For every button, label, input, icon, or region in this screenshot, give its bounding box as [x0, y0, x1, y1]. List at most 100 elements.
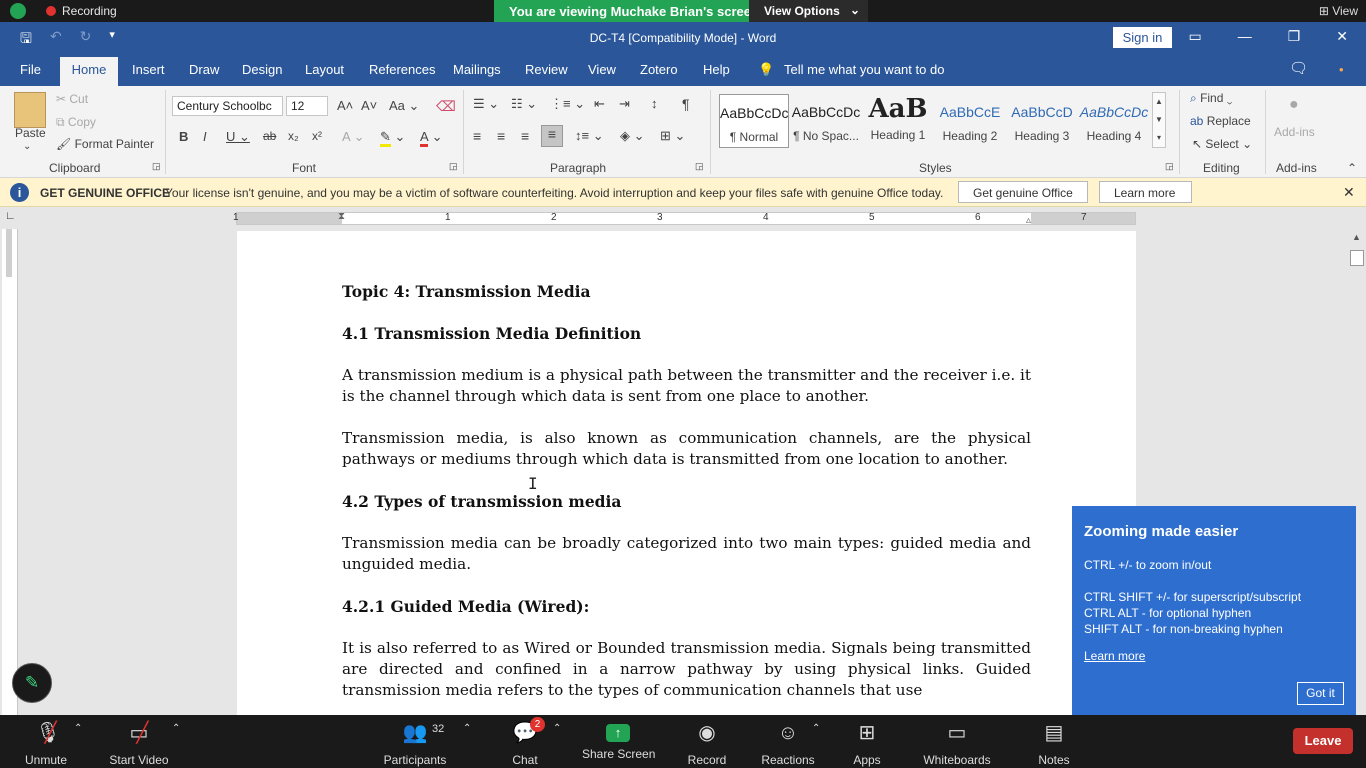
shading-icon[interactable]: ◈ ⌄ [620, 128, 645, 144]
decrease-indent-icon[interactable]: ⇤ [594, 96, 605, 112]
tab-file[interactable]: File [20, 62, 41, 77]
right-indent-marker-icon[interactable]: ▵ [1026, 215, 1031, 226]
collapse-ribbon-icon[interactable]: ⌃ [1347, 161, 1357, 175]
whiteboards-button[interactable]: ▭ Whiteboards [921, 721, 993, 767]
chat-options-icon[interactable]: ⌃ [553, 723, 561, 734]
document-body[interactable]: Topic 4: Transmission Media 4.1 Transmis… [342, 281, 1031, 701]
ribbon-display-icon[interactable]: ▭ [1188, 28, 1201, 45]
paste-button[interactable]: Paste [15, 126, 46, 140]
find-button[interactable]: ⌕ Find ⌄ [1190, 91, 1232, 106]
tab-zotero[interactable]: Zotero [640, 62, 678, 77]
tab-draw[interactable]: Draw [189, 62, 219, 77]
audio-options-icon[interactable]: ⌃ [74, 723, 82, 734]
tab-layout[interactable]: Layout [305, 62, 344, 77]
multilevel-list-icon[interactable]: ⋮≡ ⌄ [550, 96, 585, 112]
leave-button[interactable]: Leave [1293, 728, 1353, 754]
align-center-icon[interactable]: ≡ [497, 128, 505, 144]
style-normal[interactable]: AaBbCcDc ¶ Normal [719, 94, 789, 148]
replace-button[interactable]: ab Replace [1190, 114, 1251, 128]
indent-marker-icon[interactable]: ⧗ [338, 211, 345, 222]
reactions-button[interactable]: ☺ Reactions [761, 721, 815, 767]
bullets-icon[interactable]: ☰ ⌄ [473, 96, 499, 112]
tell-me-search[interactable]: Tell me what you want to do [784, 62, 944, 77]
tab-review[interactable]: Review [525, 62, 568, 77]
borders-icon[interactable]: ⊞ ⌄ [660, 128, 685, 144]
minimize-icon[interactable]: — [1238, 28, 1252, 45]
align-left-icon[interactable]: ≡ [473, 128, 481, 144]
grow-font-icon[interactable]: A˄ [337, 98, 353, 113]
italic-icon[interactable]: I [203, 129, 207, 144]
strikethrough-icon[interactable]: ab [263, 129, 276, 143]
font-launcher-icon[interactable]: ◲ [449, 161, 458, 172]
start-video-button[interactable]: ▭╱ Start Video [106, 721, 172, 767]
font-color-icon[interactable]: A ⌄ [420, 129, 442, 147]
show-formatting-icon[interactable]: ¶ [682, 96, 690, 112]
cut-button[interactable]: ✂ Cut [56, 92, 88, 106]
tab-mailings[interactable]: Mailings [453, 62, 501, 77]
paste-icon[interactable] [14, 92, 46, 128]
tab-design[interactable]: Design [242, 62, 282, 77]
justify-icon[interactable]: ≡ [541, 125, 563, 147]
bold-icon[interactable]: B [179, 129, 188, 144]
style-heading-1[interactable]: AaB Heading 1 [863, 94, 933, 148]
notes-button[interactable]: ▤ Notes [1035, 721, 1073, 767]
tab-selector-icon[interactable]: ∟ [5, 210, 16, 222]
styles-launcher-icon[interactable]: ◲ [1165, 161, 1174, 172]
view-button[interactable]: ⊞ View [1319, 4, 1358, 18]
line-spacing-icon[interactable]: ↕≡ ⌄ [575, 128, 604, 144]
underline-icon[interactable]: U ⌄ [226, 129, 250, 145]
paste-dropdown-icon[interactable]: ⌄ [23, 141, 31, 152]
addins-button[interactable]: Add-ins [1274, 125, 1315, 139]
numbering-icon[interactable]: ☷ ⌄ [511, 96, 537, 112]
style-heading-2[interactable]: AaBbCcE Heading 2 [935, 94, 1005, 148]
got-it-button[interactable]: Got it [1297, 682, 1344, 705]
tip-learn-more-link[interactable]: Learn more [1084, 649, 1145, 663]
share-screen-button[interactable]: ↑ Share Screen [582, 721, 655, 761]
sort-icon[interactable]: ↕ [651, 96, 658, 111]
annotate-pencil-icon[interactable]: ✎ [12, 663, 52, 703]
tab-home[interactable]: Home [60, 57, 118, 86]
comments-icon[interactable]: 🗨 [1289, 59, 1308, 77]
document-page[interactable]: Topic 4: Transmission Media 4.1 Transmis… [237, 231, 1136, 715]
participants-options-icon[interactable]: ⌃ [463, 723, 471, 734]
format-painter-button[interactable]: 🖌 Format Painter [56, 137, 154, 151]
text-effects-icon[interactable]: A ⌄ [342, 129, 364, 145]
horizontal-ruler[interactable]: ∟ 1 1 2 3 4 5 6 7 ⧗ ▵ [0, 207, 1366, 229]
view-options-button[interactable]: View Options ⌄ [749, 0, 868, 22]
apps-button[interactable]: ⊞ Apps [850, 721, 884, 767]
shrink-font-icon[interactable]: A˅ [361, 98, 377, 113]
sign-in-button[interactable]: Sign in [1113, 27, 1172, 48]
font-name-combo[interactable]: Century Schoolbc [172, 96, 283, 116]
clipboard-launcher-icon[interactable]: ◲ [152, 161, 161, 172]
close-icon[interactable]: ✕ [1336, 28, 1348, 45]
highlight-icon[interactable]: ✎ ⌄ [380, 129, 405, 147]
clear-formatting-icon[interactable]: ⌫ [436, 98, 456, 115]
tab-insert[interactable]: Insert [132, 62, 165, 77]
copy-button[interactable]: ⧉ Copy [56, 115, 96, 130]
scroll-up-icon[interactable]: ▲ [1352, 232, 1361, 242]
superscript-icon[interactable]: x² [312, 129, 322, 143]
paragraph-launcher-icon[interactable]: ◲ [695, 161, 704, 172]
unmute-button[interactable]: 🎙╱ Unmute [22, 721, 70, 767]
tab-view[interactable]: View [588, 62, 616, 77]
subscript-icon[interactable]: x₂ [288, 129, 299, 143]
increase-indent-icon[interactable]: ⇥ [619, 96, 630, 112]
scrollbar-thumb[interactable] [1350, 250, 1364, 266]
reactions-options-icon[interactable]: ⌃ [812, 723, 820, 734]
learn-more-button[interactable]: Learn more [1099, 181, 1192, 203]
change-case-icon[interactable]: Aa ⌄ [389, 98, 419, 114]
tab-references[interactable]: References [369, 62, 435, 77]
record-button[interactable]: ◉ Record [686, 721, 728, 767]
video-options-icon[interactable]: ⌃ [172, 723, 180, 734]
select-button[interactable]: ↖ Select ⌄ [1192, 137, 1252, 151]
styles-gallery-scroll[interactable]: ▲ ▼ ▾ [1152, 92, 1166, 148]
close-icon[interactable]: ✕ [1343, 184, 1355, 201]
tab-help[interactable]: Help [703, 62, 730, 77]
restore-icon[interactable]: ❐ [1288, 28, 1301, 45]
style-no-spacing[interactable]: AaBbCcDc ¶ No Spac... [791, 94, 861, 148]
style-heading-3[interactable]: AaBbCcD Heading 3 [1007, 94, 1077, 148]
style-heading-4[interactable]: AaBbCcDc Heading 4 [1079, 94, 1149, 148]
get-genuine-button[interactable]: Get genuine Office [958, 181, 1088, 203]
font-size-combo[interactable]: 12 [286, 96, 328, 116]
align-right-icon[interactable]: ≡ [521, 128, 529, 144]
